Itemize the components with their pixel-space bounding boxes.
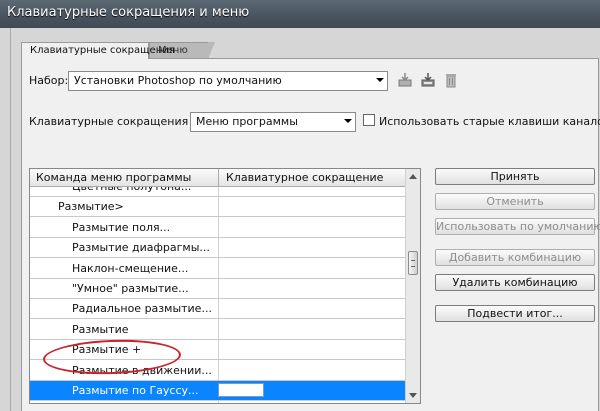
scrollbar-thumb[interactable] (408, 251, 418, 275)
window-title-bar: Клавиатурные сокращения и меню (0, 0, 600, 28)
set-label: Набор: (29, 74, 69, 87)
undo-button[interactable]: Отменить (435, 193, 595, 210)
shortcuts-for-dropdown[interactable]: Меню программы (190, 112, 356, 132)
window-title: Клавиатурные сокращения и меню (7, 5, 250, 20)
accept-button[interactable]: Принять (435, 168, 595, 185)
table-row[interactable]: "Умное" размытие... (30, 279, 405, 299)
add-shortcut-button[interactable]: Добавить комбинацию (435, 249, 595, 266)
tab-keyboard-shortcuts[interactable]: Клавиатурные сокращения (21, 42, 175, 59)
table-row[interactable]: Цветные полутона... (30, 187, 405, 197)
table-row[interactable]: Размытие> (30, 197, 405, 218)
legacy-channel-shortcuts-label: Использовать старые клавиши каналов (379, 115, 600, 128)
command-label: "Умное" размытие... (72, 282, 189, 295)
shortcut-input[interactable] (218, 383, 264, 397)
save-set-as-icon[interactable] (419, 71, 437, 89)
scroll-up-arrow-icon[interactable] (409, 174, 417, 179)
use-default-button[interactable]: Использовать по умолчанию (435, 218, 600, 235)
table-row[interactable]: Размытие по поверхнос (30, 401, 405, 403)
table-row[interactable]: Радиальное размытие... (30, 299, 405, 320)
command-label: Размытие по Гауссу... (72, 384, 199, 397)
command-label: Размытие> (58, 200, 124, 214)
table-row[interactable]: Размытие поля... (30, 218, 405, 238)
table-row[interactable]: Размытие диафрагмы... (30, 238, 405, 259)
command-label: Размытие поля... (72, 220, 171, 234)
column-header-shortcut[interactable]: Клавиатурное сокращение (226, 171, 383, 184)
set-dropdown-value: Установки Photoshop по умолчанию (74, 74, 282, 87)
command-label: Размытие (72, 322, 129, 336)
table-row[interactable]: Размытие по Гауссу... (30, 381, 405, 401)
column-divider (218, 169, 219, 187)
command-label: Цветные полутона... (72, 187, 191, 193)
shortcuts-for-value: Меню программы (196, 115, 298, 128)
table-row[interactable]: Размытие (30, 320, 405, 340)
chevron-down-icon (344, 119, 352, 123)
column-header-command[interactable]: Команда меню программы (36, 171, 191, 184)
table-header: Команда меню программы Клавиатурное сокр… (30, 169, 405, 187)
table-row[interactable]: Наклон-смещение... (30, 259, 405, 279)
command-label: Размытие диафрагмы... (72, 241, 210, 255)
shortcuts-for-label: Клавиатурные сокращения для: (29, 115, 217, 128)
delete-shortcut-button[interactable]: Удалить комбинацию (435, 274, 595, 291)
vertical-scrollbar[interactable] (405, 169, 420, 403)
set-dropdown[interactable]: Установки Photoshop по умолчанию (68, 71, 388, 91)
chevron-down-icon (376, 78, 384, 82)
summarize-button[interactable]: Подвести итог... (435, 305, 595, 322)
save-set-icon[interactable] (396, 71, 414, 89)
command-label: Радиальное размытие... (72, 302, 212, 316)
scroll-down-arrow-icon[interactable] (409, 393, 417, 398)
trash-icon[interactable] (442, 71, 460, 89)
legacy-channel-shortcuts-checkbox[interactable] (363, 114, 375, 126)
command-label: Наклон-смещение... (72, 261, 189, 275)
